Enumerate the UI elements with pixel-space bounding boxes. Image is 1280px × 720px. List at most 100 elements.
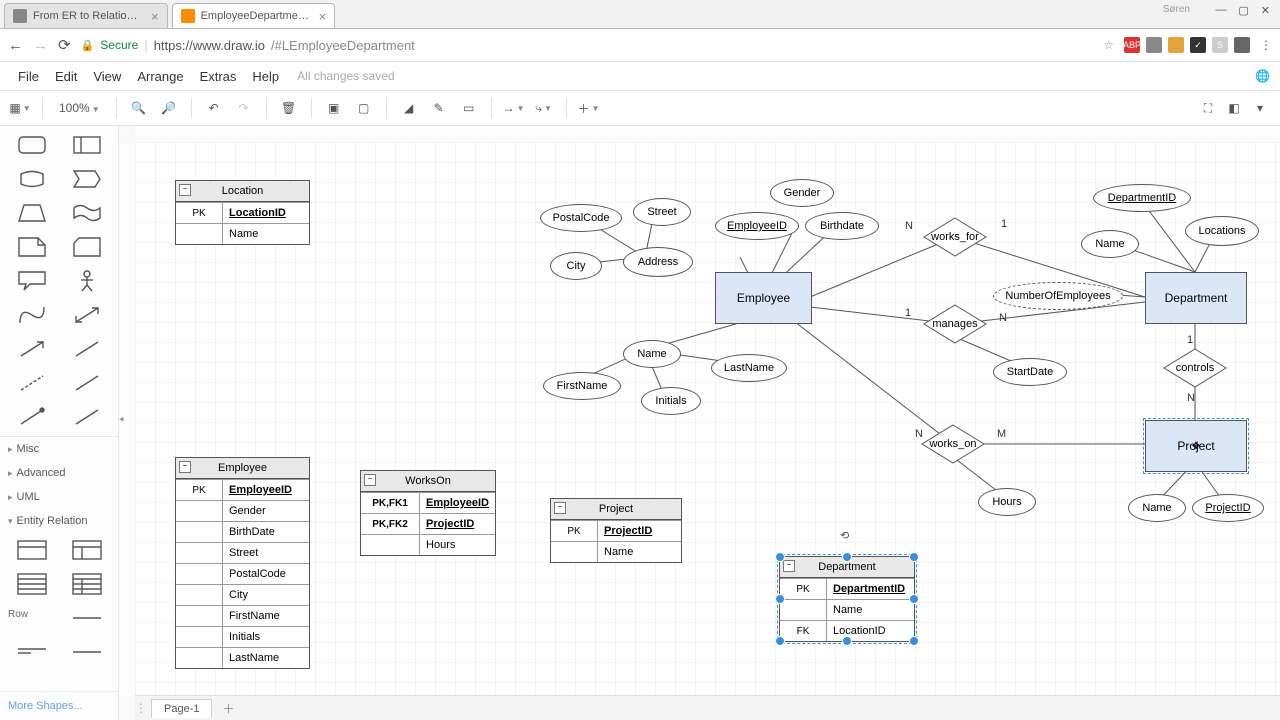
fold-icon[interactable]: − — [179, 184, 191, 196]
attr-initials[interactable]: Initials — [641, 387, 701, 415]
window-maximize-icon[interactable]: ▢ — [1238, 4, 1248, 17]
field-cell[interactable]: FirstName — [223, 606, 310, 627]
delete-icon[interactable]: 🗑 — [277, 96, 301, 120]
shape-biarrow[interactable] — [63, 302, 110, 328]
key-cell[interactable] — [176, 564, 223, 585]
field-cell[interactable]: LastName — [223, 648, 310, 669]
key-cell[interactable] — [361, 535, 420, 556]
browser-tab[interactable]: From ER to Relational M… × — [4, 3, 168, 28]
er-row-label[interactable]: Row — [8, 605, 55, 631]
page-grip-icon[interactable]: ⋮ — [135, 701, 147, 715]
fold-icon[interactable]: − — [554, 502, 566, 514]
menu-arrange[interactable]: Arrange — [129, 69, 191, 84]
attr-city[interactable]: City — [550, 252, 602, 280]
entity-employee[interactable]: Employee — [715, 272, 812, 324]
shape-line-end[interactable] — [8, 404, 55, 430]
resize-handle[interactable] — [775, 594, 785, 604]
browser-menu-icon[interactable]: ⋮ — [1260, 38, 1272, 52]
table-location[interactable]: −Location PKLocationIDName — [175, 180, 310, 245]
extension-icon[interactable]: ABP — [1124, 37, 1140, 53]
field-cell[interactable]: LocationID — [827, 621, 915, 642]
resize-handle[interactable] — [842, 552, 852, 562]
table-department[interactable]: −Department PKDepartmentIDNameFKLocation… — [779, 556, 915, 642]
attr-startdate[interactable]: StartDate — [993, 358, 1067, 386]
field-cell[interactable]: Street — [223, 543, 310, 564]
shape-dashed[interactable] — [8, 370, 55, 396]
rel-works-on[interactable]: works_on — [921, 424, 985, 464]
profile-name[interactable]: Søren — [1163, 4, 1190, 15]
rel-manages[interactable]: manages — [923, 304, 987, 344]
resize-handle[interactable] — [909, 594, 919, 604]
key-cell[interactable] — [176, 224, 223, 245]
field-cell[interactable]: EmployeeID — [420, 493, 495, 514]
format-panel-icon[interactable]: ◧ — [1222, 96, 1246, 120]
key-cell[interactable]: PK — [176, 203, 223, 224]
shape-step[interactable] — [63, 166, 110, 192]
collapse-icon[interactable]: ▾ — [1248, 96, 1272, 120]
key-cell[interactable] — [780, 600, 827, 621]
fold-icon[interactable]: − — [783, 560, 795, 572]
to-front-icon[interactable]: ▣ — [322, 96, 346, 120]
language-icon[interactable]: 🌐 — [1255, 69, 1270, 83]
attr-locations[interactable]: Locations — [1185, 216, 1259, 246]
table-workson[interactable]: −WorksOn PK,FK1EmployeeIDPK,FK2ProjectID… — [360, 470, 496, 556]
key-cell[interactable] — [176, 543, 223, 564]
shadow-icon[interactable]: ▭ — [457, 96, 481, 120]
attr-address[interactable]: Address — [623, 247, 693, 277]
shape-cylinder[interactable] — [8, 166, 55, 192]
shape-container[interactable] — [63, 132, 110, 158]
resize-handle[interactable] — [775, 636, 785, 646]
back-button[interactable]: ← — [8, 37, 23, 54]
extension-icon[interactable] — [1234, 37, 1250, 53]
shape-line-diag[interactable] — [63, 336, 110, 362]
menu-extras[interactable]: Extras — [192, 69, 245, 84]
connection-icon[interactable]: →▼ — [502, 96, 526, 120]
er-shape-list[interactable] — [8, 571, 55, 597]
waypoint-icon[interactable]: ⤷▼ — [532, 96, 556, 120]
undo-icon[interactable]: ↶ — [202, 96, 226, 120]
collapse-sidebar-icon[interactable]: ◂ — [119, 414, 124, 425]
zoom-select[interactable]: 100%▼ — [53, 101, 106, 115]
menu-file[interactable]: File — [10, 69, 47, 84]
er-shape-list2[interactable] — [63, 571, 110, 597]
redo-icon[interactable]: ↷ — [232, 96, 256, 120]
shape-callout[interactable] — [8, 268, 55, 294]
field-cell[interactable]: ProjectID — [420, 514, 495, 535]
key-cell[interactable] — [176, 648, 223, 669]
field-cell[interactable]: ProjectID — [598, 521, 682, 542]
insert-icon[interactable]: ＋▼ — [577, 96, 601, 120]
view-dropdown[interactable]: ▦▼ — [8, 96, 32, 120]
menu-help[interactable]: Help — [244, 69, 287, 84]
sidebar-cat-advanced[interactable]: Advanced — [0, 461, 118, 485]
shape-thin[interactable] — [63, 370, 110, 396]
er-shape-misc[interactable] — [63, 639, 110, 665]
key-cell[interactable] — [176, 585, 223, 606]
more-shapes-link[interactable]: More Shapes... — [0, 691, 118, 720]
key-cell[interactable]: PK,FK1 — [361, 493, 420, 514]
bookmark-star-icon[interactable]: ☆ — [1103, 38, 1114, 52]
field-cell[interactable]: Hours — [420, 535, 495, 556]
attr-street[interactable]: Street — [633, 198, 691, 226]
close-tab-icon[interactable]: × — [319, 9, 327, 24]
extension-icon[interactable] — [1146, 37, 1162, 53]
shape-note[interactable] — [8, 234, 55, 260]
field-cell[interactable]: Name — [827, 600, 915, 621]
field-cell[interactable]: Initials — [223, 627, 310, 648]
key-cell[interactable]: PK — [551, 521, 598, 542]
field-cell[interactable]: Name — [223, 224, 310, 245]
entity-project[interactable]: Project ✥ — [1145, 420, 1247, 472]
zoom-in-icon[interactable]: 🔍 — [127, 96, 151, 120]
key-cell[interactable] — [176, 606, 223, 627]
attr-num-employees[interactable]: NumberOfEmployees — [993, 282, 1123, 310]
er-shape-row[interactable] — [63, 605, 110, 631]
field-cell[interactable]: Name — [598, 542, 682, 563]
shape-rounded[interactable] — [8, 132, 55, 158]
key-cell[interactable] — [176, 627, 223, 648]
extension-icon[interactable]: ✓ — [1190, 37, 1206, 53]
sidebar-cat-misc[interactable]: Misc — [0, 437, 118, 461]
browser-tab-active[interactable]: EmployeeDepartment - d × — [172, 3, 336, 28]
key-cell[interactable]: PK,FK2 — [361, 514, 420, 535]
key-cell[interactable]: PK — [176, 480, 223, 501]
window-minimize-icon[interactable]: — — [1215, 4, 1226, 17]
field-cell[interactable]: DepartmentID — [827, 579, 915, 600]
